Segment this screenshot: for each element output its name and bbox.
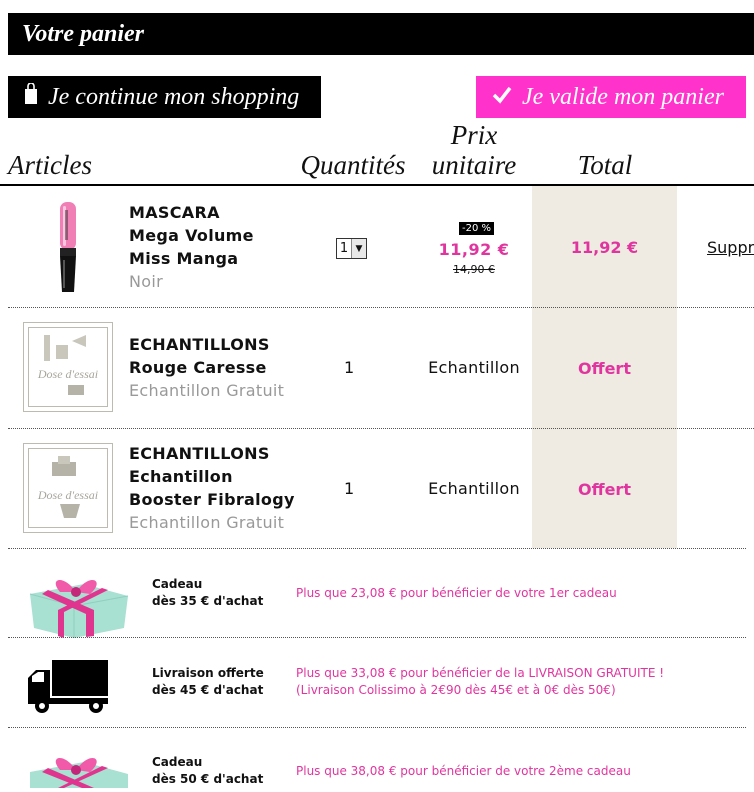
promo-threshold-line1: Cadeau — [152, 577, 203, 591]
product-name-line1: MASCARA — [129, 203, 220, 222]
promo-message: Plus que 23,08 € pour bénéficier de votr… — [296, 586, 617, 600]
product-name-line2: Rouge Caresse — [129, 358, 267, 377]
sample-tube-icon — [60, 504, 80, 518]
quantity-value: 1 — [344, 479, 355, 498]
row-divider — [8, 548, 746, 549]
row-divider — [8, 428, 754, 429]
product-name-line2: Echantillon — [129, 467, 233, 486]
promo-message: Plus que 38,08 € pour bénéficier de votr… — [296, 764, 631, 778]
quantity-value: 1 — [344, 358, 355, 377]
sample-sketch-icon — [44, 335, 86, 361]
sample-product-image[interactable]: Dose d'essai — [23, 443, 113, 533]
product-name-line1: ECHANTILLONS — [129, 444, 270, 463]
row-divider — [8, 727, 746, 728]
line-total: 11,92 € — [570, 238, 639, 257]
promo-message-line1: Plus que 33,08 € pour bénéficier de la L… — [296, 666, 665, 680]
product-variant: Echantillon Gratuit — [129, 381, 285, 400]
promo-threshold-line2: dès 35 € d'achat — [152, 594, 264, 608]
column-header-total: Total — [577, 150, 633, 180]
product-name-line2: Mega Volume — [129, 226, 254, 245]
column-header-unit-price-line2: unitaire — [431, 150, 517, 180]
sample-sketch-icon — [52, 456, 76, 476]
product-name-line1: ECHANTILLONS — [129, 335, 270, 354]
sample-product-image[interactable]: Dose d'essai — [23, 322, 113, 412]
column-header-articles: Articles — [8, 150, 92, 180]
line-total: Offert — [578, 359, 631, 378]
promo-threshold: Livraison offerte dès 45 € d'achat — [152, 665, 264, 699]
page-title: Votre panier — [22, 20, 145, 47]
quantity-select[interactable]: 1 ▼ — [336, 238, 367, 259]
product-name[interactable]: ECHANTILLONS Echantillon Booster Fibralo… — [129, 442, 295, 534]
remove-item-link[interactable]: Supprimer — [707, 238, 754, 257]
continue-shopping-label: Je continue mon shopping — [48, 83, 300, 110]
checkmark-icon — [492, 84, 512, 111]
unit-price: 11,92 € — [438, 240, 510, 259]
promo-message-line2: (Livraison Colissimo à 2€90 dès 45€ et à… — [296, 683, 616, 697]
row-divider — [8, 307, 754, 308]
product-name[interactable]: ECHANTILLONS Rouge Caresse Echantillon G… — [129, 333, 284, 402]
promo-message: Plus que 33,08 € pour bénéficier de la L… — [296, 665, 664, 699]
unit-price: Echantillon — [428, 358, 520, 377]
chevron-down-icon: ▼ — [352, 239, 366, 258]
promo-threshold: Cadeau dès 35 € d'achat — [152, 576, 263, 610]
product-variant: Noir — [129, 272, 163, 291]
quantity-select-value: 1 — [337, 239, 352, 258]
old-price: 14,90 € — [453, 263, 495, 276]
sample-image-label: Dose d'essai — [37, 488, 99, 502]
row-divider — [8, 637, 746, 638]
truck-icon — [28, 660, 108, 718]
promo-threshold-line2: dès 45 € d'achat — [152, 683, 264, 697]
sample-tube-icon — [68, 385, 84, 395]
cart-title-bar: Votre panier — [8, 13, 754, 55]
product-name-line3: Miss Manga — [129, 249, 239, 268]
gift-icon — [24, 748, 130, 792]
sample-image-label: Dose d'essai — [37, 367, 99, 381]
column-header-quantities: Quantités — [300, 150, 406, 180]
product-name-line3: Booster Fibralogy — [129, 490, 295, 509]
column-header-unit-price: Prix unitaire — [414, 120, 534, 180]
unit-price: Echantillon — [428, 479, 520, 498]
promo-threshold-line2: dès 50 € d'achat — [152, 772, 264, 786]
promo-threshold: Cadeau dès 50 € d'achat — [152, 754, 263, 788]
continue-shopping-button[interactable]: Je continue mon shopping — [8, 76, 321, 118]
validate-cart-label: Je valide mon panier — [522, 83, 724, 110]
shopping-bag-icon — [24, 81, 38, 112]
validate-cart-button[interactable]: Je valide mon panier — [476, 76, 746, 118]
product-name[interactable]: MASCARA Mega Volume Miss Manga Noir — [129, 201, 254, 293]
column-header-unit-price-line1: Prix — [450, 120, 498, 150]
line-total: Offert — [578, 480, 631, 499]
gift-icon — [24, 570, 130, 642]
mascara-product-image[interactable] — [57, 202, 79, 298]
promo-threshold-line1: Cadeau — [152, 755, 203, 769]
promo-threshold-line1: Livraison offerte — [152, 666, 264, 680]
discount-badge: -20 % — [459, 222, 495, 235]
product-variant: Echantillon Gratuit — [129, 513, 285, 532]
